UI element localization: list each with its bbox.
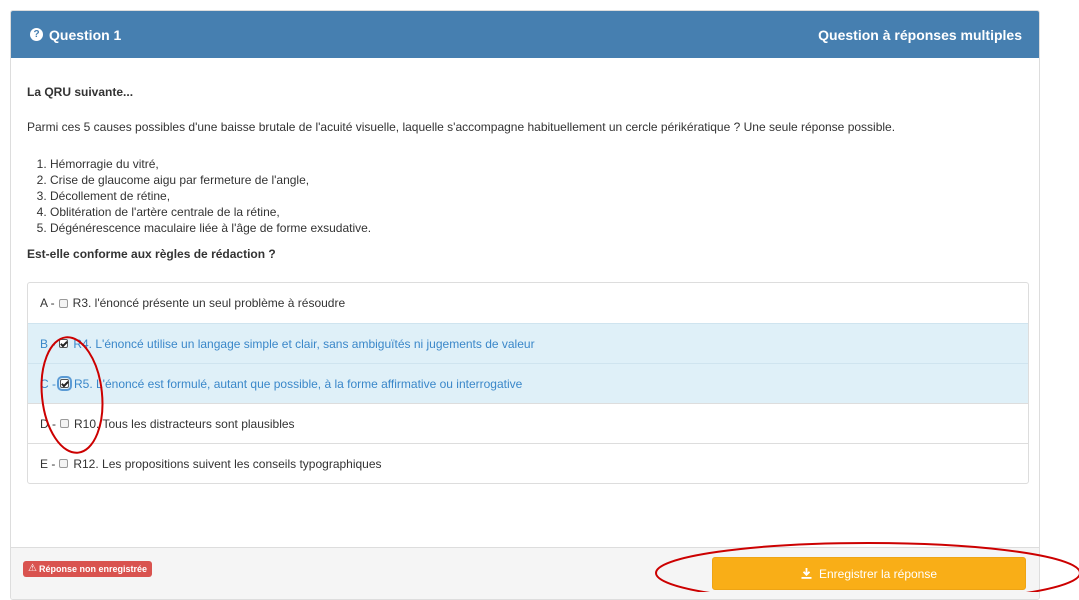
option-b-checkbox[interactable] — [59, 339, 69, 348]
option-d-checkbox[interactable] — [60, 419, 69, 428]
option-e[interactable]: E - R12. Les propositions suivent les co… — [28, 443, 1028, 483]
list-item: Crise de glaucome aigu par fermeture de … — [50, 172, 1027, 188]
option-a-checkbox[interactable] — [58, 298, 68, 308]
list-item: Décollement de rétine, — [50, 188, 1027, 204]
list-item: Dégénérescence maculaire liée à l'âge de… — [50, 220, 1027, 236]
question-stem: Parmi ces 5 causes possibles d'une baiss… — [27, 120, 896, 134]
option-a[interactable]: A - R3. l'énoncé présente un seul problè… — [28, 283, 1028, 323]
conformity-question: Est-elle conforme aux règles de rédactio… — [27, 247, 276, 261]
option-text: R10. Tous les distracteurs sont plausibl… — [74, 416, 295, 431]
download-icon — [801, 568, 812, 579]
save-button-label: Enregistrer la réponse — [818, 566, 938, 581]
warning-icon: ⚠ — [28, 563, 37, 574]
option-c[interactable]: C - R5. L'énoncé est formulé, autant que… — [28, 363, 1028, 403]
list-item: Oblitération de l'artère centrale de la … — [50, 204, 1027, 220]
panel-footer: ⚠ Réponse non enregistrée Enregistrer la… — [11, 547, 1039, 599]
option-letter: B - — [40, 336, 56, 351]
option-letter: D - — [40, 416, 56, 431]
option-e-checkbox[interactable] — [59, 459, 69, 468]
question-intro: La QRU suivante... — [27, 85, 134, 99]
question-title: Question 1 — [49, 26, 122, 43]
header-title-group: ? Question 1 — [30, 27, 121, 43]
option-d[interactable]: D - R10. Tous les distracteurs sont plau… — [28, 403, 1028, 443]
list-item: Hémorragie du vitré, — [50, 156, 1027, 172]
option-text: R3. l'énoncé présente un seul problème à… — [72, 296, 346, 310]
status-badge-label: Réponse non enregistrée — [38, 564, 147, 574]
option-text: R12. Les propositions suivent les consei… — [73, 456, 382, 471]
question-type-label: Question à réponses multiples — [818, 26, 1022, 43]
option-text: R4. L'énoncé utilise un langage simple e… — [73, 336, 535, 351]
option-letter: A - — [40, 296, 55, 310]
option-b[interactable]: B - R4. L'énoncé utilise un langage simp… — [28, 323, 1028, 363]
option-letter: C - — [40, 376, 56, 391]
answer-options: A - R3. l'énoncé présente un seul problè… — [27, 282, 1029, 484]
panel-header: ? Question 1 Question à réponses multipl… — [11, 11, 1039, 58]
option-text: R5. L'énoncé est formulé, autant que pos… — [74, 376, 523, 391]
option-c-checkbox[interactable] — [57, 376, 72, 391]
save-answer-button[interactable]: Enregistrer la réponse — [712, 557, 1026, 590]
question-circle-icon: ? — [30, 28, 43, 41]
question-panel: ? Question 1 Question à réponses multipl… — [10, 10, 1040, 600]
status-badge: ⚠ Réponse non enregistrée — [23, 561, 152, 577]
panel-body: La QRU suivante... Parmi ces 5 causes po… — [11, 58, 1039, 586]
option-letter: E - — [40, 456, 56, 471]
causes-list: Hémorragie du vitré, Crise de glaucome a… — [27, 156, 1027, 236]
